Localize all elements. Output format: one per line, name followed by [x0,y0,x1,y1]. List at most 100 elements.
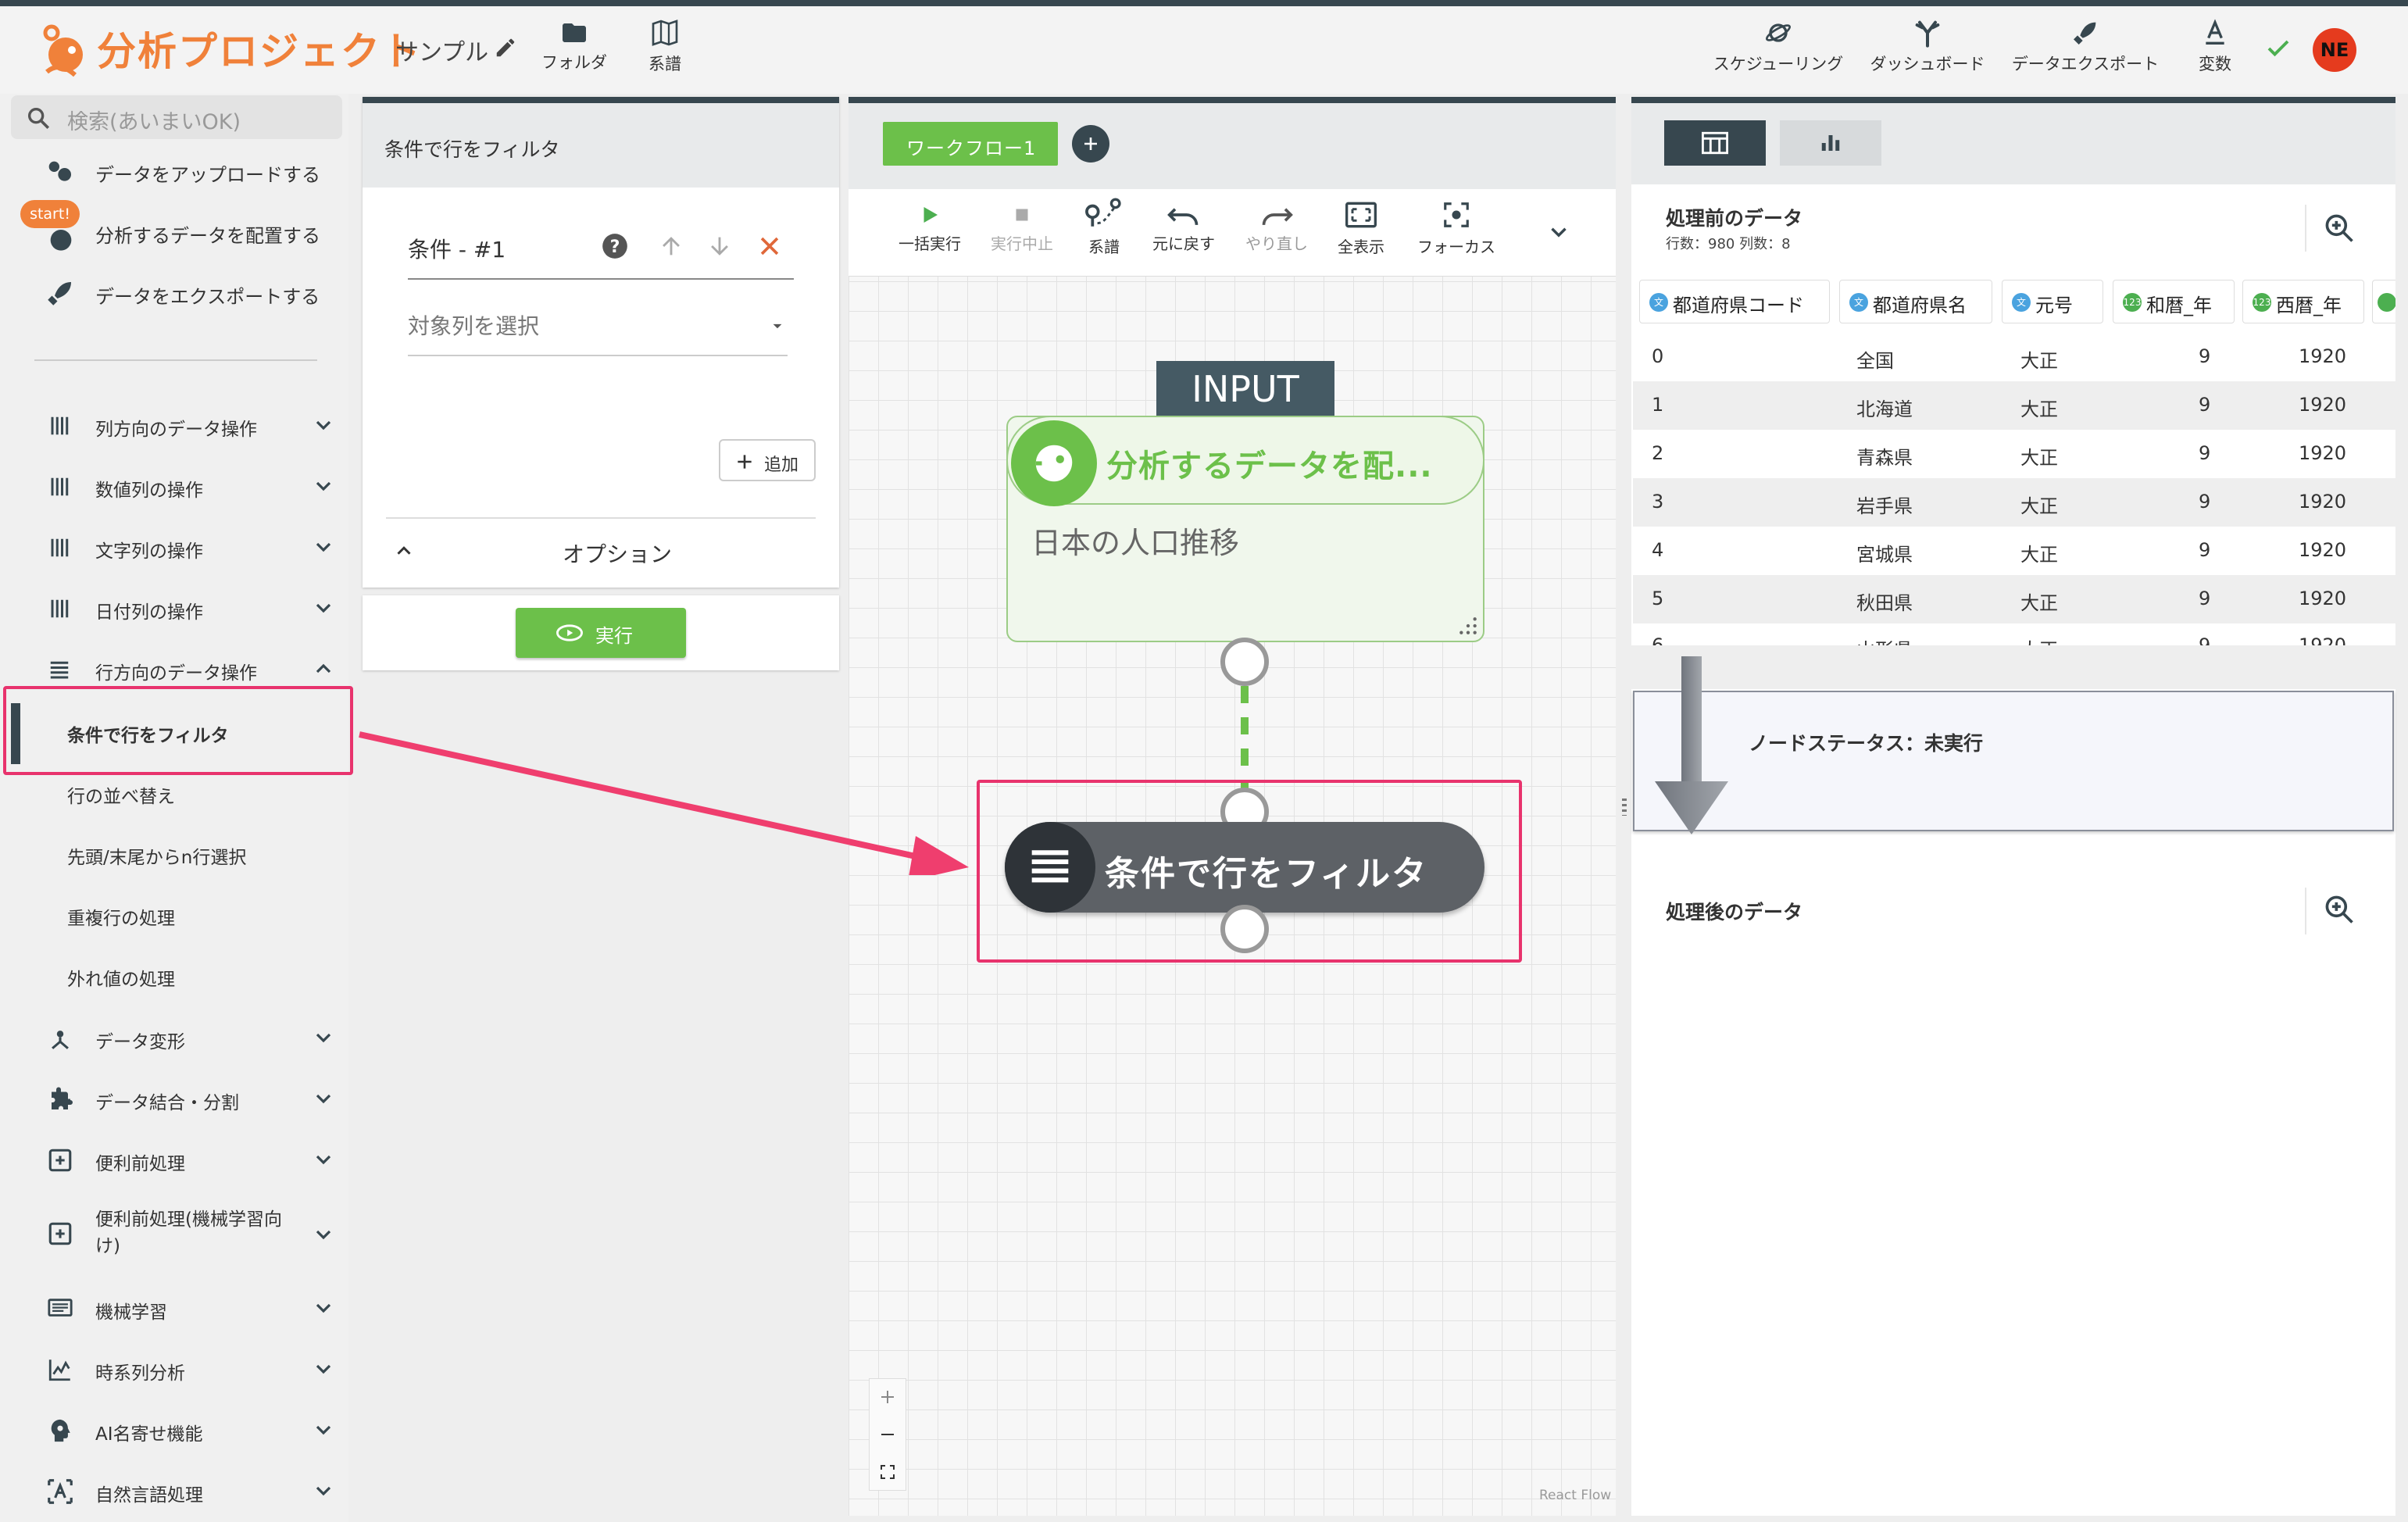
project-name[interactable]: サンプル [395,33,488,67]
fit-view-label: 全表示 [1338,238,1384,256]
category-machine-learning[interactable]: 機械学習 [0,1278,348,1338]
category-date-ops[interactable]: 日付列の操作 [0,578,348,638]
condition-divider [408,278,794,280]
category-ai-name-matching[interactable]: AI名寄せ機能 [0,1400,348,1459]
category-string-ops[interactable]: 文字列の操作 [0,517,348,577]
folder-button[interactable]: フォルダ [539,19,609,73]
table-cell: 北海道 [1856,398,1913,420]
category-transform[interactable]: データ変形 [0,1008,348,1067]
column-header[interactable]: 文 都道府県名 [1839,280,1992,323]
sidebar-item-duplicates[interactable]: 重複行の処理 [0,884,348,944]
run-all-button[interactable]: 一括実行 [891,203,969,254]
zoom-in-button[interactable] [869,1378,906,1416]
lineage-label: 系譜 [648,55,681,73]
run-button[interactable]: 実行 [516,608,686,658]
monitor-icon [48,1299,73,1317]
column-header[interactable]: 文 元号 [2002,280,2103,323]
redo-button[interactable]: やり直し [1239,203,1314,254]
close-icon[interactable] [756,233,783,263]
column-header[interactable]: 123 西暦_年 [2242,280,2364,323]
zoom-before-icon[interactable] [2322,211,2356,248]
fullscreen-icon [881,1465,895,1479]
arrow-down-icon[interactable] [706,233,733,263]
undo-button[interactable]: 元に戻す [1149,203,1219,254]
add-condition-button[interactable]: 追加 [719,439,816,481]
options-toggle[interactable]: オプション [386,522,824,580]
column-name: 元号 [2035,295,2073,316]
category-label: 日付列の操作 [95,602,203,623]
lineage-button[interactable]: 系譜 [630,17,700,75]
tab-workflow-1[interactable]: ワークフロー1 [883,122,1058,166]
search-input[interactable]: 検索(あいまいOK) [67,105,241,135]
column-header[interactable]: 文 都道府県コード [1639,280,1830,323]
scheduling-label: スケジューリング [1713,55,1844,73]
react-flow-attribution[interactable]: React Flow [1539,1488,1611,1503]
svg-text:?: ? [610,237,620,257]
table-cell: 大正 [2020,350,2058,372]
fit-button[interactable] [869,1453,906,1491]
column-header[interactable]: 123 和暦_年 [2113,280,2235,323]
input-node[interactable]: 分析するデータを配... 日本の人口推移 [1006,416,1484,642]
edit-pencil-icon[interactable] [494,36,517,63]
upload-data-action[interactable]: データをアップロードする [0,144,348,198]
data-export-button[interactable]: データエクスポート [2005,17,2166,75]
table-row: 3 岩手県 大正 9 1920 [1633,478,2395,527]
category-nlp[interactable]: 自然言語処理 [0,1461,348,1520]
sidebar-divider [34,359,317,361]
zoom-out-button[interactable] [869,1416,906,1453]
chevron-up-icon [316,663,331,673]
dashboard-button[interactable]: ダッシュボード [1861,17,1994,75]
columns-icon [51,599,69,618]
category-join-split[interactable]: データ結合・分割 [0,1069,348,1128]
fit-view-button[interactable]: 全表示 [1328,200,1394,257]
input-node-output-handle[interactable] [1220,638,1269,686]
table-cell: 青森県 [1856,447,1913,469]
condition-label: 条件 - #1 [408,237,506,263]
search-icon [27,107,50,130]
search-box[interactable]: 検索(あいまいOK) [11,95,342,139]
tab-chart-view[interactable] [1780,120,1881,166]
table-cell: 大正 [2020,398,2058,420]
place-data-action[interactable]: 分析するデータを配置する [0,205,348,259]
category-handy-preprocess[interactable]: 便利前処理 [0,1130,348,1189]
user-avatar[interactable]: NE [2313,28,2356,72]
category-label: 自然言語処理 [95,1485,203,1506]
export-data-action[interactable]: データをエクスポートする [0,266,348,320]
stop-icon [1016,209,1028,221]
export-data-label: データをエクスポートする [95,286,320,308]
category-time-series[interactable]: 時系列分析 [0,1339,348,1399]
sidebar-item-head-tail[interactable]: 先頭/末尾からn行選択 [0,824,348,883]
variables-label: 変数 [2199,55,2231,73]
table-cell: 9 [2199,588,2211,609]
stop-button[interactable]: 実行中止 [983,203,1061,254]
category-label: 文字列の操作 [95,541,203,562]
scheduling-button[interactable]: スケジューリング [1708,17,1849,75]
fit-view-icon [1345,202,1377,228]
panel-resize-handle[interactable] [1622,799,1627,816]
table-cell: 9 [2199,394,2211,416]
toolbar-expand-icon[interactable] [1545,219,1572,248]
sidebar-item-outliers[interactable]: 外れ値の処理 [0,945,348,1005]
node-status-text: ノードステータス：未実行 [1749,732,1984,755]
tab-table-view[interactable] [1664,120,1766,166]
add-workflow-button[interactable] [1072,125,1109,163]
resize-handle-icon[interactable] [1458,616,1478,636]
target-column-select[interactable]: 対象列を選択 [408,305,788,356]
chevron-down-icon [316,542,331,552]
arrow-up-icon[interactable] [658,233,684,263]
category-numeric-ops[interactable]: 数値列の操作 [0,456,348,516]
help-icon[interactable]: ? [600,231,630,264]
zoom-after-icon[interactable] [2322,892,2356,930]
lineage-tool-button[interactable]: 系譜 [1078,197,1130,257]
variable-icon [2206,19,2224,45]
variables-button[interactable]: 変数 [2180,17,2250,75]
category-ml-preprocess[interactable]: 便利前処理(機械学習向け) [0,1191,348,1278]
focus-button[interactable]: フォーカス [1409,200,1503,257]
add-box-icon [48,1222,72,1245]
category-column-ops[interactable]: 列方向のデータ操作 [0,395,348,455]
table-cell: 0 [1652,345,1664,367]
upload-rocket-icon [48,161,71,181]
sidebar-item-sort-rows[interactable]: 行の並べ替え [0,763,348,822]
category-label: 行方向のデータ操作 [95,663,257,684]
options-label: オプション [563,541,673,567]
